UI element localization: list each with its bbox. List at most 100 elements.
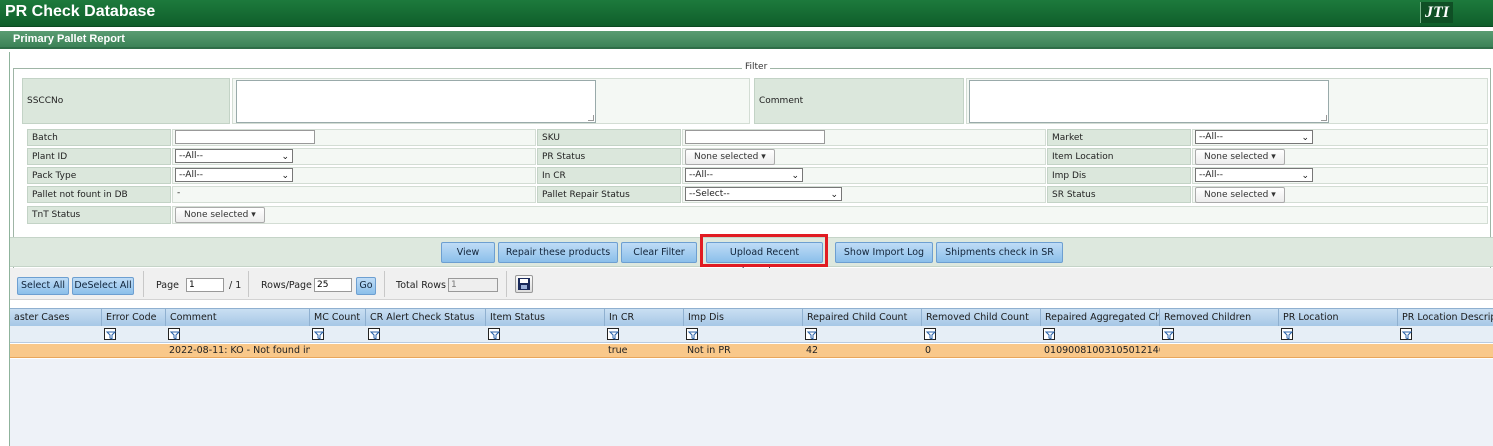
sr-status-multiselect[interactable]: None selected ▾: [1195, 187, 1285, 203]
in-cr-select-value: --All--: [689, 170, 713, 180]
caret-down-icon: ▾: [761, 152, 766, 162]
column-header[interactable]: Repaired Aggregated Children: [1041, 309, 1160, 327]
batch-input[interactable]: [175, 130, 315, 144]
imp-dis-select-value: --All--: [1199, 170, 1223, 180]
total-rows-label: Total Rows: [396, 280, 446, 291]
deselect-all-button[interactable]: DeSelect All: [72, 277, 134, 295]
column-header[interactable]: Comment: [166, 309, 310, 327]
plant-id-select-value: --All--: [179, 151, 203, 161]
sku-input[interactable]: [685, 130, 825, 144]
filter-icon[interactable]: [488, 328, 500, 340]
divider: [143, 271, 144, 297]
table-cell: [102, 344, 166, 358]
chevron-down-icon: ⌄: [281, 152, 289, 162]
report-title: Primary Pallet Report: [13, 33, 125, 45]
column-header[interactable]: CR Alert Check Status: [366, 309, 486, 327]
table-cell: [486, 344, 605, 358]
column-header[interactable]: In CR: [605, 309, 684, 327]
in-cr-label: In CR: [537, 167, 681, 184]
table-cell: [10, 344, 102, 358]
sr-status-label: SR Status: [1047, 186, 1191, 203]
pallet-repair-status-select[interactable]: --Select-- ⌄: [685, 187, 842, 201]
column-header[interactable]: Error Code: [102, 309, 166, 327]
save-icon[interactable]: [515, 275, 533, 293]
comment-field-cell: [966, 78, 1488, 124]
market-select-value: --All--: [1199, 132, 1223, 142]
comment-label: Comment: [754, 78, 964, 124]
view-button[interactable]: View: [441, 242, 495, 263]
column-header[interactable]: MC Count: [310, 309, 366, 327]
filter-icon[interactable]: [104, 328, 116, 340]
imp-dis-select[interactable]: --All-- ⌄: [1195, 168, 1313, 182]
market-label: Market: [1047, 129, 1191, 146]
sr-status-value: None selected: [1204, 190, 1269, 200]
column-header[interactable]: Removed Child Count: [922, 309, 1041, 327]
grid-empty-area: [10, 359, 1493, 446]
table-cell: 42: [806, 345, 819, 356]
comment-input[interactable]: [969, 80, 1329, 123]
table-row[interactable]: 2022-08-11: KO - Not found in PR true No…: [10, 344, 1493, 358]
pallet-not-found-label: Pallet not fount in DB: [27, 186, 171, 203]
total-rows-value: [448, 278, 498, 292]
upload-recent-inventory-button[interactable]: Upload Recent Inventory: [706, 242, 823, 277]
column-header[interactable]: Removed Children: [1160, 309, 1279, 327]
column-header[interactable]: PR Location Description: [1398, 309, 1493, 327]
show-import-log-button[interactable]: Show Import Log: [835, 242, 933, 263]
in-cr-select[interactable]: --All-- ⌄: [685, 168, 803, 182]
column-header[interactable]: aster Cases: [10, 309, 102, 327]
chevron-down-icon: ⌄: [830, 190, 838, 200]
filter-icon[interactable]: [924, 328, 936, 340]
plant-id-select[interactable]: --All-- ⌄: [175, 149, 293, 163]
batch-label: Batch: [27, 129, 171, 146]
filter-icon[interactable]: [1400, 328, 1412, 340]
filter-icon[interactable]: [1281, 328, 1293, 340]
filter-icon[interactable]: [168, 328, 180, 340]
app-title: PR Check Database: [5, 3, 156, 20]
column-header[interactable]: Item Status: [486, 309, 605, 327]
column-header[interactable]: Imp Dis: [684, 309, 803, 327]
shipments-check-button[interactable]: Shipments check in SR: [936, 242, 1063, 263]
rows-per-page-input[interactable]: [314, 278, 352, 292]
table-cell: 2022-08-11: KO - Not found in PR: [169, 345, 310, 356]
filter-legend: Filter: [742, 62, 771, 72]
repair-products-button[interactable]: Repair these products: [498, 242, 618, 263]
jti-logo: JTI: [1420, 2, 1453, 23]
column-header[interactable]: PR Location: [1279, 309, 1398, 327]
filter-icon[interactable]: [805, 328, 817, 340]
table-cell: true: [608, 345, 628, 356]
app-title-bar: PR Check Database JTI: [0, 0, 1493, 27]
go-button[interactable]: Go: [356, 277, 376, 295]
select-all-button[interactable]: Select All: [17, 277, 69, 295]
pager-toolbar: Select All DeSelect All Page / 1 Rows/Pa…: [10, 268, 1493, 300]
table-cell: [1398, 344, 1493, 358]
pack-type-select[interactable]: --All-- ⌄: [175, 168, 293, 182]
pr-status-label: PR Status: [537, 148, 681, 165]
filter-icon[interactable]: [1162, 328, 1174, 340]
table-cell: 010900810031050121408: [1044, 345, 1160, 356]
divider: [506, 271, 507, 297]
page-total: / 1: [229, 280, 242, 291]
chevron-down-icon: ⌄: [791, 171, 799, 181]
filter-icon[interactable]: [607, 328, 619, 340]
page-input[interactable]: [186, 278, 224, 292]
pr-status-value: None selected: [694, 152, 759, 162]
table-cell: 0: [925, 345, 932, 356]
sku-label: SKU: [537, 129, 681, 146]
column-header[interactable]: Repaired Child Count: [803, 309, 922, 327]
resize-grip-icon[interactable]: [1321, 115, 1327, 121]
clear-filter-button[interactable]: Clear Filter: [621, 242, 697, 263]
resize-grip-icon[interactable]: [588, 115, 594, 121]
sscc-input[interactable]: [236, 80, 596, 123]
tnt-status-multiselect[interactable]: None selected ▾: [175, 207, 265, 223]
filter-icon[interactable]: [1043, 328, 1055, 340]
grid-filter-row: [10, 326, 1493, 343]
table-cell: [310, 344, 366, 358]
item-location-multiselect[interactable]: None selected ▾: [1195, 149, 1285, 165]
filter-icon[interactable]: [312, 328, 324, 340]
pallet-not-found-value: -: [177, 188, 181, 198]
filter-icon[interactable]: [368, 328, 380, 340]
filter-icon[interactable]: [686, 328, 698, 340]
chevron-down-icon: ⌄: [1301, 133, 1309, 143]
market-select[interactable]: --All-- ⌄: [1195, 130, 1313, 144]
pr-status-multiselect[interactable]: None selected ▾: [685, 149, 775, 165]
